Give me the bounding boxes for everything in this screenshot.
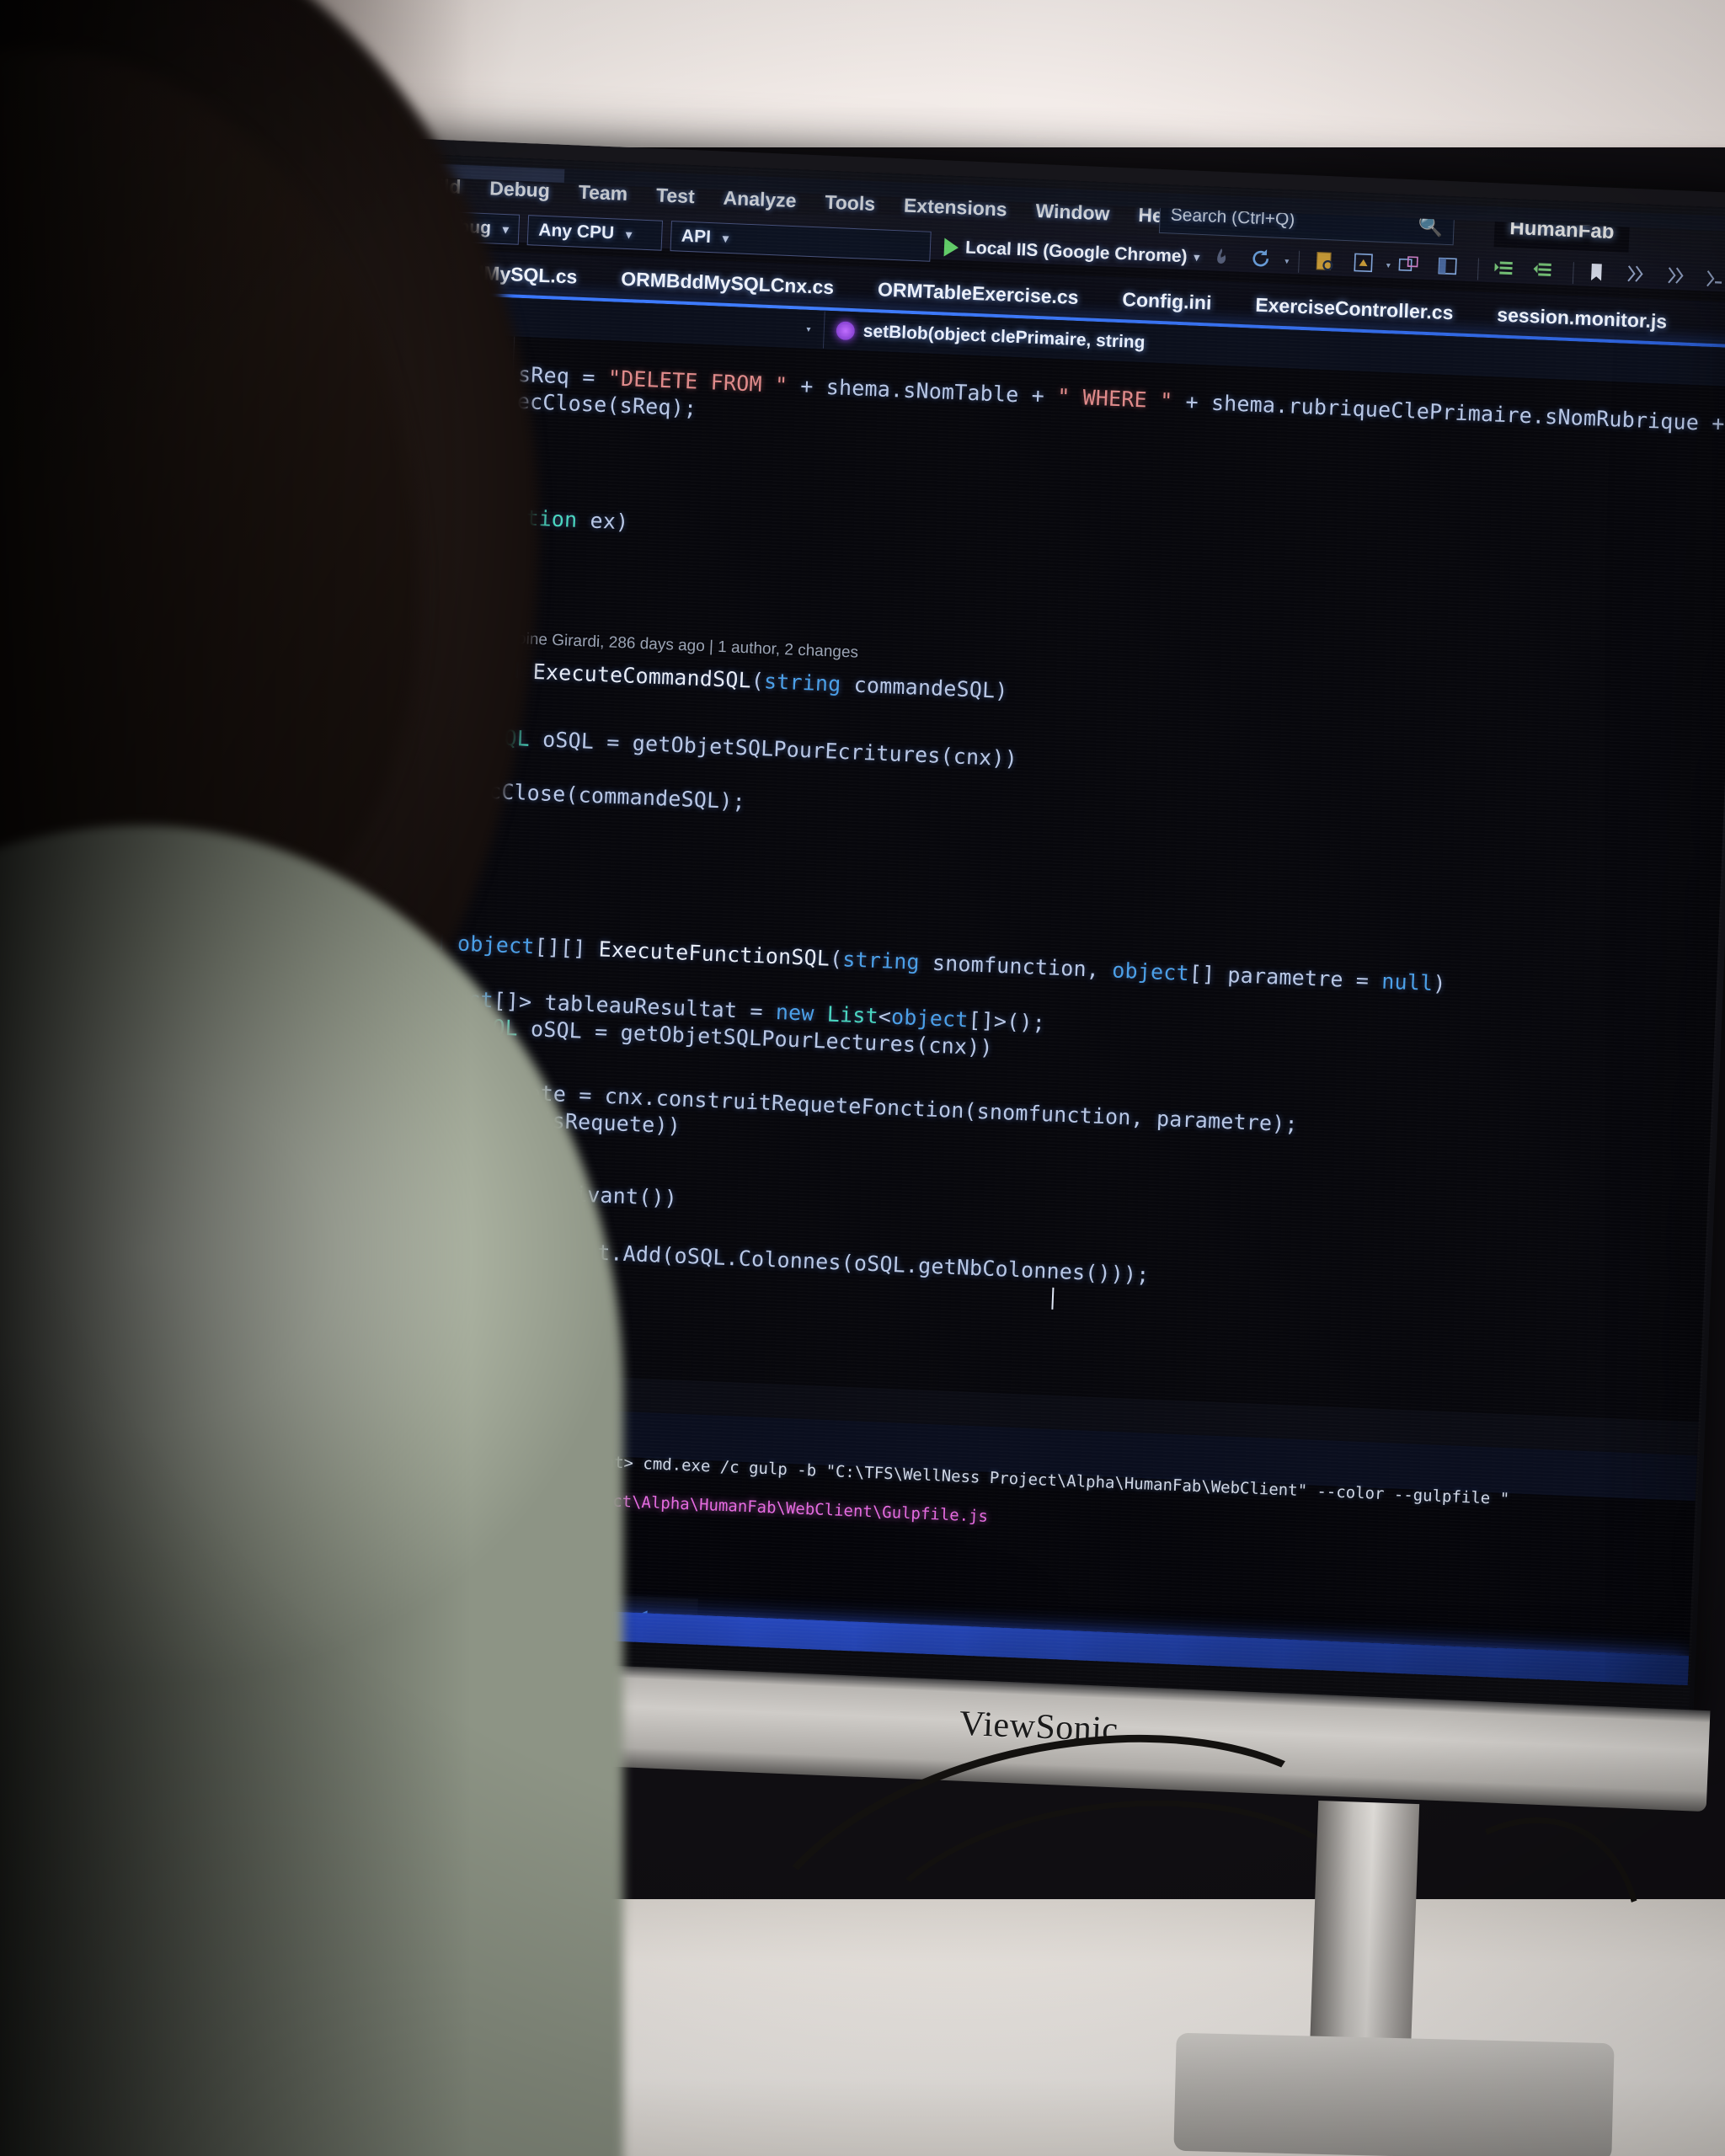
outdent-icon[interactable] — [1530, 259, 1559, 285]
code-token: oSQL = getObjetSQLPourEcritures(cnx)) — [529, 726, 1018, 771]
chevron-down-icon: ▾ — [502, 221, 510, 236]
code-token: new — [775, 1000, 815, 1026]
code-token: string — [763, 669, 842, 696]
uncomment-icon[interactable] — [1664, 264, 1693, 291]
code-token: < — [878, 1004, 892, 1029]
chevron-down-icon: ▾ — [804, 323, 813, 336]
toolbar-separator — [1298, 250, 1300, 273]
code-token: ( — [829, 946, 843, 972]
code-token: []>(); — [967, 1007, 1046, 1036]
code-token: + shema.sNomTable + — [787, 372, 1058, 409]
indent-icon[interactable] — [1491, 257, 1520, 283]
chevron-down-icon: ▾ — [722, 231, 729, 245]
code-token: null — [1381, 969, 1434, 995]
editor-tab-label: ORMTableExercise.cs — [877, 277, 1080, 308]
code-token: ( — [750, 668, 765, 694]
code-token: [][] — [533, 934, 600, 962]
code-token: ExecuteFunctionSQL — [598, 937, 830, 971]
bookmark-icon[interactable] — [1586, 261, 1616, 287]
preview-page-icon[interactable] — [1351, 251, 1381, 277]
toggle-panel-icon[interactable] — [1435, 254, 1465, 280]
hot-reload-icon[interactable] — [1210, 245, 1240, 271]
toolbar-separator — [1572, 262, 1574, 285]
chevron-down-icon[interactable]: ▾ — [1385, 259, 1391, 271]
refresh-icon[interactable] — [1249, 247, 1279, 273]
start-debugging-button[interactable]: Local IIS (Google Chrome) ▾ — [943, 237, 1200, 267]
editor-tab-label: ExerciseController.cs — [1254, 293, 1454, 323]
code-token: + shema.rubriqueClePrimaire.sNomRubrique… — [1172, 388, 1725, 437]
code-token: " WHERE " — [1056, 384, 1173, 414]
editor-tab-label: ORMBddMySQLCnx.cs — [620, 267, 835, 298]
chevron-down-icon[interactable]: ▾ — [1284, 254, 1290, 267]
editor-tab-label: Config.ini — [1121, 287, 1212, 314]
code-token: "DELETE FROM " — [607, 366, 788, 398]
editor-tab-config-ini[interactable]: Config.ini — [1099, 276, 1234, 325]
code-token: string — [841, 947, 921, 974]
text-cursor — [1051, 1287, 1055, 1310]
run-target-label: Local IIS (Google Chrome) — [964, 237, 1188, 267]
startup-project-value: API — [681, 226, 712, 248]
code-token: ex) — [576, 507, 629, 535]
platform-combo[interactable]: Any CPU ▾ — [526, 215, 663, 251]
code-token: ) — [1432, 971, 1447, 996]
startup-project-combo[interactable]: API ▾ — [670, 221, 932, 262]
code-token: object — [457, 931, 536, 959]
editor-tab-label: session.monitor.js — [1496, 302, 1668, 333]
comment-icon[interactable] — [1625, 263, 1654, 289]
navbar-member-label: setBlob(object clePrimaire, string — [862, 321, 1146, 353]
chevron-down-icon[interactable]: ▾ — [1194, 251, 1199, 264]
code-token: object — [890, 1004, 969, 1033]
code-token: ExecuteCommandSQL — [532, 659, 752, 693]
code-token: [] parametre = — [1188, 961, 1382, 994]
toolbar-separator — [1477, 258, 1479, 280]
code-token: commandeSQL) — [840, 671, 1009, 703]
code-token: snomfunction, — [919, 949, 1113, 983]
method-icon — [836, 321, 856, 341]
platform-value: Any CPU — [537, 220, 615, 243]
chevron-down-icon: ▾ — [625, 227, 633, 241]
more-commands-icon[interactable] — [1702, 265, 1725, 291]
browser-link-icon[interactable] — [1397, 253, 1426, 280]
photo-scene: EditViewProjectBuildDebugTeamTestAnalyze… — [0, 0, 1725, 2156]
code-line[interactable]: protected object[][] ExecuteFunctionSQL(… — [328, 926, 1446, 996]
code-token: List — [826, 1001, 879, 1029]
play-icon — [943, 237, 959, 258]
code-token: object — [1111, 958, 1190, 986]
find-in-files-icon[interactable] — [1312, 249, 1342, 275]
